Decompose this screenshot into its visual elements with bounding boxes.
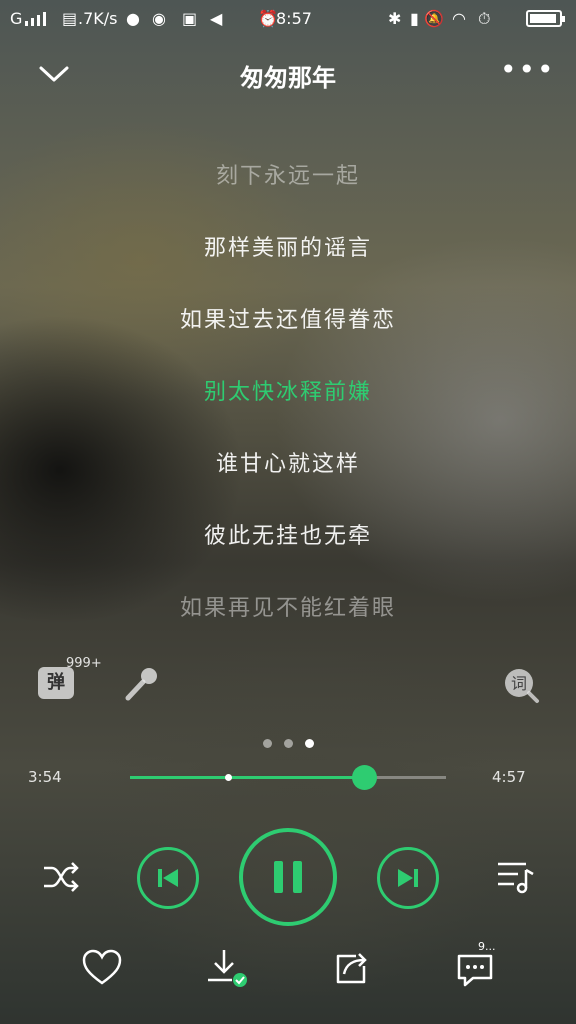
progress-marker: [224, 774, 232, 781]
weibo-icon: ◉: [152, 9, 166, 28]
signal-label: G: [10, 9, 23, 28]
data-icon: ▤: [62, 9, 78, 28]
pause-icon: [274, 861, 302, 893]
progress-thumb[interactable]: [351, 765, 377, 790]
message-icon: ▣: [182, 9, 198, 28]
page-dot: [262, 739, 272, 748]
more-options-icon[interactable]: •••: [500, 56, 554, 88]
pause-button[interactable]: [239, 828, 337, 926]
lyric-line: 刻下永远一起: [215, 164, 360, 189]
battery-icon: [526, 10, 565, 27]
lyrics-label: 词: [511, 674, 527, 693]
lyric-line: 如果过去还值得眷恋: [179, 308, 396, 333]
download-icon[interactable]: [204, 946, 248, 990]
volume-icon: ◀: [210, 9, 223, 28]
song-title: 匆匆那年: [240, 64, 336, 92]
lyric-line-current: 别太快冰释前嫌: [203, 380, 372, 405]
share-icon[interactable]: [330, 946, 374, 990]
microphone-icon[interactable]: [122, 664, 162, 704]
app-notification-icon: ●: [126, 9, 140, 28]
next-button[interactable]: [377, 847, 439, 909]
lyric-line: 如果再见不能红着眼: [179, 596, 396, 621]
vibrate-icon: ▮: [410, 9, 419, 28]
elapsed-time: 3:54: [28, 768, 62, 786]
clock: 8:57: [276, 9, 312, 28]
comment-count-badge: 9...: [478, 940, 496, 953]
signal-bars-icon: [25, 12, 46, 26]
page-indicator: [0, 733, 576, 752]
danmu-button[interactable]: 弹: [38, 667, 74, 699]
total-time: 4:57: [492, 768, 526, 786]
previous-button[interactable]: [137, 847, 199, 909]
lyric-line: 彼此无挂也无牵: [203, 524, 372, 549]
network-speed: .7K/s: [78, 9, 118, 28]
page-dot: [304, 739, 314, 748]
skip-next-icon: [398, 869, 418, 887]
page-dot: [283, 739, 293, 748]
alarm-icon: ⏰: [258, 9, 278, 28]
progress-played: [130, 776, 364, 779]
lyric-line: 那样美丽的谣言: [203, 236, 372, 261]
playlist-queue-icon[interactable]: [496, 858, 536, 894]
lyric-line: 谁甘心就这样: [215, 452, 360, 477]
like-heart-icon[interactable]: [80, 946, 124, 990]
battery-fill: [530, 14, 557, 23]
progress-slider[interactable]: [130, 765, 446, 790]
mute-icon: 🔕: [424, 9, 444, 28]
skip-previous-icon: [158, 869, 178, 887]
wifi-icon: ◠: [452, 9, 466, 28]
bluetooth-icon: ✱: [388, 9, 402, 28]
status-bar: G ▤ .7K/s ● ◉ ▣ ◀ ⏰ 8:57 ✱ ▮ 🔕 ◠ ⏱: [0, 0, 576, 38]
lyrics-search-icon[interactable]: 词: [502, 666, 540, 704]
danmu-count-badge: 999+: [66, 656, 102, 671]
alarm-secondary-icon: ⏱: [478, 9, 491, 28]
shuffle-icon[interactable]: [42, 860, 80, 894]
